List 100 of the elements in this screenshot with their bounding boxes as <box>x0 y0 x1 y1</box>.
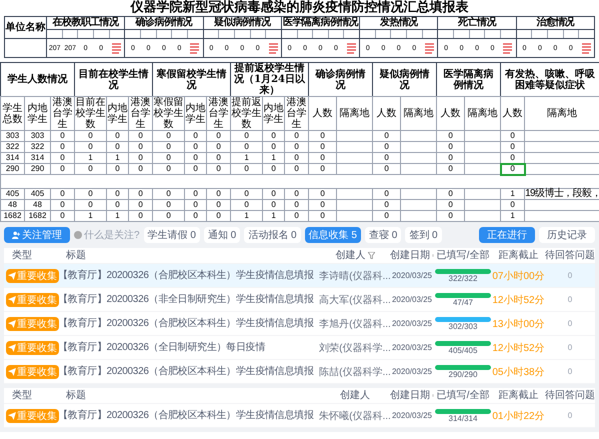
table-cell: 0 <box>193 189 198 198</box>
table-cell: 1 <box>244 211 249 220</box>
table-cell: 0 <box>448 142 453 151</box>
table-cell: 0 <box>448 189 453 198</box>
table-cell: 0 <box>88 189 93 198</box>
paper-plane-icon <box>8 344 16 352</box>
table-cell: 0 <box>138 131 143 140</box>
date-text: 2020/03/25 <box>392 410 432 422</box>
column-header: 待回答问题 <box>545 388 595 403</box>
category-tab[interactable]: 查寝 0 <box>364 227 402 243</box>
group-header: 提前返校学生情况（1月24日以来） <box>234 63 306 96</box>
group-header: 在校教职工情况 <box>46 16 125 30</box>
table-cell: 0 <box>271 142 276 151</box>
table-cell: 0 <box>166 153 171 162</box>
table-cell: 0 <box>244 142 249 151</box>
table-cell: 0 <box>115 131 120 140</box>
deadline-text: 12小时52分 <box>492 294 545 308</box>
category-tab[interactable]: 学生请假 0 <box>144 227 200 243</box>
deadline-text: 01小时22分 <box>492 410 545 424</box>
pending-count: 0 <box>568 318 572 330</box>
table-cell: 0 <box>244 164 249 173</box>
view-tab[interactable]: 历史记录 <box>539 227 595 243</box>
table-cell: 0 <box>320 189 325 198</box>
note-scribble-drawing <box>346 42 357 54</box>
pending-count: 0 <box>568 410 572 422</box>
category-tab[interactable]: 签到 0 <box>405 227 442 243</box>
creator-name: 朱怀曦(仪器科... <box>319 410 391 424</box>
column-header: 隔离地 <box>404 108 434 119</box>
progress-reading: 302/303 <box>448 322 478 332</box>
table-cell: 0 <box>294 142 299 151</box>
important-badge: 重要收集 <box>6 409 59 423</box>
table-cell: 1 <box>271 153 276 162</box>
table-cell: 0 <box>448 200 453 209</box>
table-cell: 0 <box>244 200 249 209</box>
important-badge: 重要收集 <box>6 365 59 379</box>
fever-count-cell[interactable]: 0 <box>500 164 525 174</box>
table-cell: 1682 <box>4 211 22 220</box>
pending-count: 0 <box>568 342 572 354</box>
table-cell: 0 <box>193 153 198 162</box>
column-header: 隔离地 <box>547 108 578 119</box>
table-cell: 0 <box>294 164 299 173</box>
column-header: 隔离地 <box>340 108 370 119</box>
group-header: 目前在校学生情况 <box>78 68 149 90</box>
table-cell: 0 <box>193 164 198 173</box>
table-cell: 0 <box>166 200 171 209</box>
fever-count-cell[interactable]: 0 <box>500 130 525 142</box>
table-cell: 0 <box>115 200 120 209</box>
table-cell: 0 <box>88 164 93 173</box>
title-link[interactable]: 【教育厅】20200326（合肥校区本科生）学生疫情信息填报 <box>58 318 314 330</box>
table-cell: 0 <box>115 189 120 198</box>
column-header: 标题 <box>66 248 86 263</box>
creator-name: 李诗晴(仪器科... <box>319 270 391 284</box>
title-link[interactable]: 【教育厅】20200326（全日制研究生）每日疫情 <box>58 342 265 354</box>
table-cell: 303 <box>6 131 20 140</box>
category-tab[interactable]: 通知 0 <box>204 227 240 243</box>
table-cell: 0 <box>88 200 93 209</box>
table-cell: 0 <box>320 200 325 209</box>
column-header: 人数 <box>440 108 461 119</box>
title-link[interactable]: 【教育厅】20200326（合肥校区本科生）学生疫情信息填报 <box>58 410 314 422</box>
title-link[interactable]: 【教育厅】20200326（合肥校区本科生）学生疫情信息填报 <box>58 270 314 282</box>
report-title: 仪器学院新型冠状病毒感染的肺炎疫情防控情况汇总填报表 <box>129 0 470 16</box>
table-cell: 0 <box>448 131 453 140</box>
table-cell: 0 <box>271 189 276 198</box>
column-header: 待回答问题 <box>545 248 595 263</box>
category-tab[interactable]: 活动报名 0 <box>244 227 301 243</box>
table-cell: 0 <box>294 189 299 198</box>
title-link[interactable]: 【教育厅】20200326（非全日制研究生）学生疫情信息填报 <box>58 294 314 306</box>
fever-count-cell[interactable]: 1 <box>500 188 525 200</box>
pending-count: 0 <box>568 270 572 282</box>
table-cell: 0 <box>384 131 389 140</box>
table-cell: 0 <box>115 164 120 173</box>
date-text: 2020/03/25 <box>392 366 432 378</box>
table-cell: 0 <box>448 153 453 162</box>
group-header: 疑似病例情况 <box>380 68 430 90</box>
fever-count-cell[interactable]: 0 <box>500 200 525 210</box>
table-cell: 0 <box>271 131 276 140</box>
title-link[interactable]: 【教育厅】20200326（合肥校区本科生）学生疫情信息填报 <box>58 366 314 378</box>
group-header: 疑似病例情况 <box>203 16 282 30</box>
table-cell: 0 <box>166 189 171 198</box>
table-cell: 0 <box>384 189 389 198</box>
table-cell: 1682 <box>28 211 46 220</box>
table-cell: 314 <box>30 153 44 162</box>
table-cell: 0 <box>216 189 221 198</box>
table-cell: 0 <box>320 164 325 173</box>
table-cell: 0 <box>384 200 389 209</box>
column-header: 内地学生 <box>28 102 48 124</box>
creator-name: 刘荣(仪器科学... <box>319 342 391 356</box>
column-header: 人数 <box>376 108 397 119</box>
table-cell: 0 <box>166 164 171 173</box>
fever-count-cell[interactable]: 0 <box>500 142 525 152</box>
list-row[interactable]: 重要收集【教育厅】20200326（合肥校区本科生）学生疫情信息填报 李诗晴(仪器科...2020/03/25 322/322 07小时00分 0 <box>4 264 595 288</box>
table-cell: 48 <box>8 200 17 209</box>
column-header: 距离截止 <box>498 248 538 263</box>
table-cell: 1 <box>88 153 93 162</box>
user-plus-icon <box>12 231 20 239</box>
table-cell: 0 <box>115 142 120 151</box>
important-badge: 重要收集 <box>6 317 59 331</box>
column-header: 人数 <box>312 108 333 119</box>
table-cell: 314 <box>6 153 20 162</box>
paper-plane-icon <box>8 272 16 280</box>
